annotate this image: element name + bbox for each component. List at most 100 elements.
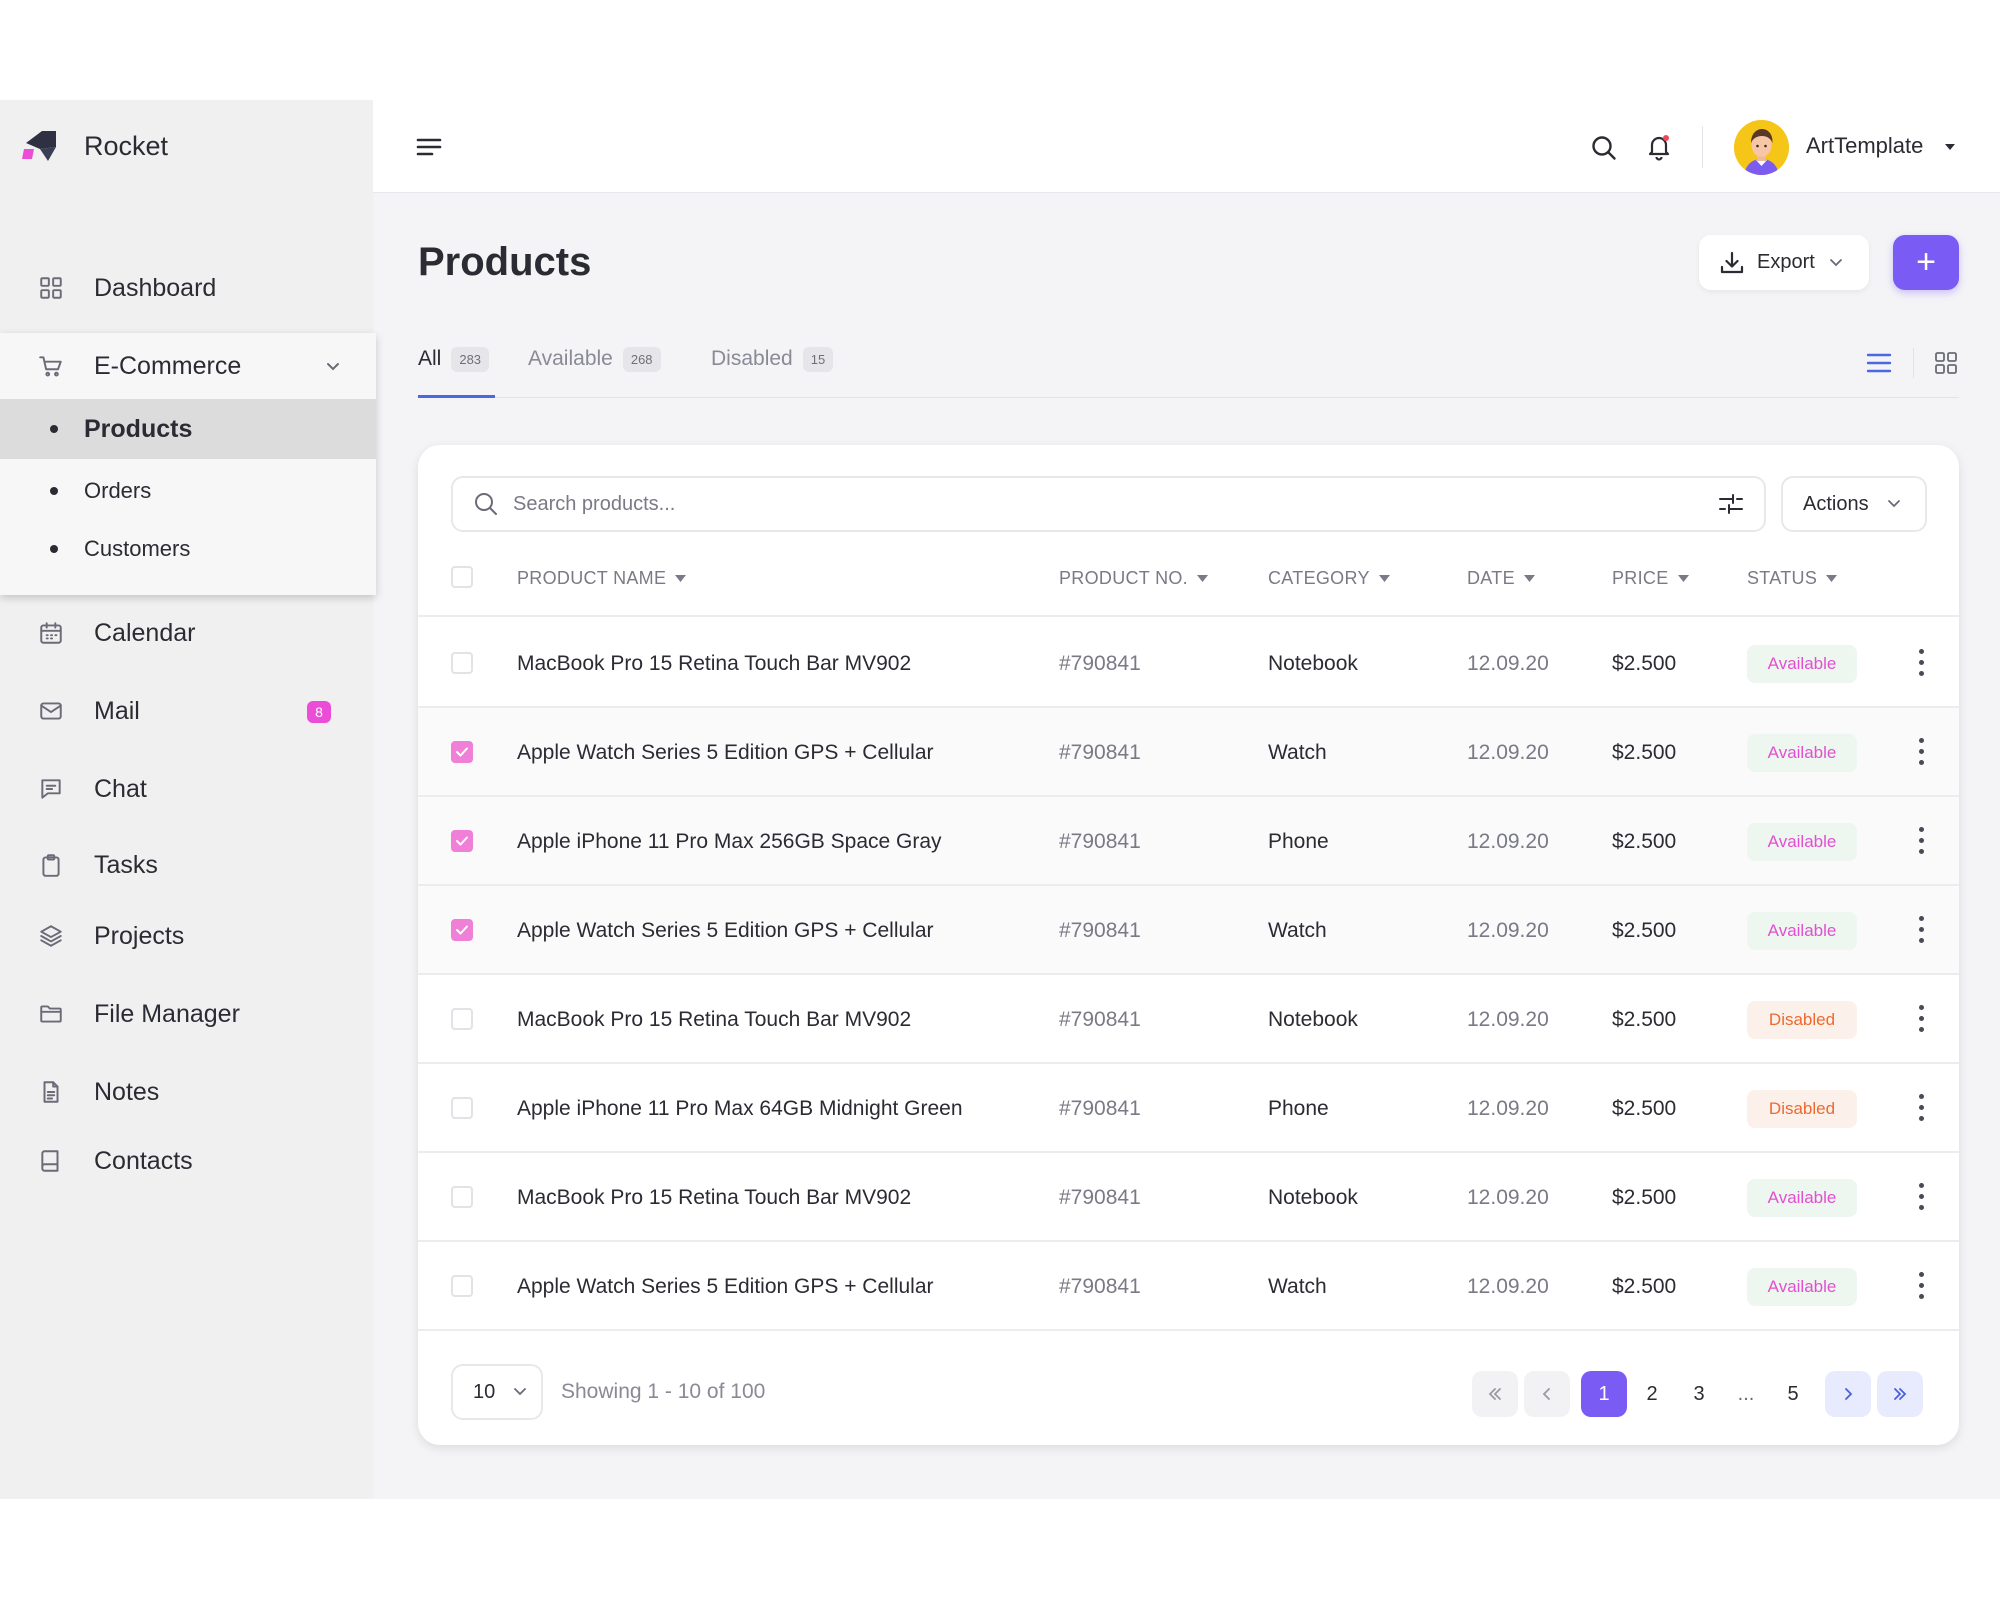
table-row[interactable]: Apple Watch Series 5 Edition GPS + Cellu… (418, 1242, 1959, 1331)
sidebar-subitem-customers[interactable]: Customers (0, 519, 376, 579)
row-checkbox[interactable] (451, 741, 473, 763)
column-header-date[interactable]: DATE (1467, 540, 1535, 617)
sidebar-subitem-orders[interactable]: Orders (0, 461, 376, 521)
row-checkbox[interactable] (451, 1008, 473, 1030)
kebab-icon[interactable] (1917, 1005, 1925, 1035)
sidebar-item-ecommerce[interactable]: E-Commerce (0, 333, 376, 399)
tab-label: All (418, 347, 442, 370)
table-row[interactable]: Apple Watch Series 5 Edition GPS + Cellu… (418, 708, 1959, 797)
add-product-button[interactable]: + (1893, 235, 1959, 290)
table-row[interactable]: MacBook Pro 15 Retina Touch Bar MV902 #79… (418, 1153, 1959, 1242)
table-row[interactable]: Apple iPhone 11 Pro Max 64GB Midnight Gr… (418, 1064, 1959, 1153)
per-page-select[interactable]: 10 (451, 1364, 543, 1420)
last-page-button[interactable] (1877, 1371, 1923, 1417)
page-button-1[interactable]: 1 (1581, 1371, 1627, 1417)
sort-caret-icon (1523, 575, 1535, 582)
cart-icon (38, 353, 64, 379)
page-button-2[interactable]: 2 (1629, 1371, 1675, 1417)
page-button-5[interactable]: 5 (1770, 1371, 1816, 1417)
grid-view-icon[interactable] (1934, 351, 1958, 375)
column-header-price[interactable]: PRICE (1612, 540, 1689, 617)
sidebar-item-projects[interactable]: Projects (0, 906, 373, 966)
column-header-label: PRODUCT NO. (1059, 568, 1188, 588)
sidebar-item-file-manager[interactable]: File Manager (0, 984, 373, 1044)
search-input[interactable] (513, 492, 1693, 516)
page-button-3[interactable]: 3 (1676, 1371, 1722, 1417)
price-cell: $2.500 (1612, 1274, 1677, 1298)
tab-disabled[interactable]: Disabled 15 (711, 340, 834, 398)
sidebar-item-dashboard[interactable]: Dashboard (0, 258, 373, 318)
kebab-icon[interactable] (1917, 1272, 1925, 1302)
price-cell: $2.500 (1612, 1096, 1677, 1120)
sidebar-item-label: Projects (94, 921, 185, 950)
table-row[interactable]: MacBook Pro 15 Retina Touch Bar MV902 #79… (418, 619, 1959, 708)
kebab-icon[interactable] (1917, 1183, 1925, 1213)
chevron-down-icon (514, 1388, 527, 1396)
check-icon (456, 925, 468, 935)
kebab-icon[interactable] (1917, 738, 1925, 768)
row-checkbox[interactable] (451, 1097, 473, 1119)
row-checkbox[interactable] (451, 1186, 473, 1208)
column-header-label: DATE (1467, 568, 1515, 588)
status-badge: Disabled (1747, 1001, 1857, 1039)
row-checkbox[interactable] (451, 919, 473, 941)
kebab-icon[interactable] (1917, 649, 1925, 679)
tab-available[interactable]: Available 268 (528, 340, 661, 398)
category-cell: Phone (1268, 829, 1329, 853)
column-header-status[interactable]: STATUS (1747, 540, 1838, 617)
actions-dropdown[interactable]: Actions (1781, 476, 1927, 532)
export-button[interactable]: Export (1699, 235, 1869, 290)
sidebar-item-calendar[interactable]: Calendar (0, 603, 373, 663)
column-header-category[interactable]: CATEGORY (1268, 540, 1390, 617)
price-cell: $2.500 (1612, 918, 1677, 942)
first-page-button[interactable] (1472, 1371, 1518, 1417)
table-row[interactable]: MacBook Pro 15 Retina Touch Bar MV902 #79… (418, 975, 1959, 1064)
table-row[interactable]: Apple iPhone 11 Pro Max 256GB Space Gray… (418, 797, 1959, 886)
sidebar-item-chat[interactable]: Chat (0, 759, 373, 819)
search-icon[interactable] (1590, 134, 1618, 162)
table-row[interactable]: Apple Watch Series 5 Edition GPS + Cellu… (418, 886, 1959, 975)
sidebar-item-mail[interactable]: Mail 8 (0, 681, 373, 741)
sidebar-subitem-products[interactable]: Products (0, 399, 376, 459)
tab-all[interactable]: All 283 (418, 340, 490, 398)
search-bar (451, 476, 1766, 532)
product-name-cell: Apple iPhone 11 Pro Max 64GB Midnight Gr… (517, 1096, 963, 1120)
chevrons-left-icon (1488, 1388, 1501, 1400)
product-no-cell: #790841 (1059, 740, 1141, 764)
filter-icon[interactable] (1718, 492, 1744, 516)
sidebar-item-tasks[interactable]: Tasks (0, 835, 373, 895)
row-checkbox[interactable] (451, 830, 473, 852)
row-checkbox[interactable] (451, 652, 473, 674)
status-badge: Available (1747, 734, 1857, 772)
column-header-product-no[interactable]: PRODUCT NO. (1059, 540, 1208, 617)
price-cell: $2.500 (1612, 829, 1677, 853)
kebab-icon[interactable] (1917, 1094, 1925, 1124)
caret-down-icon[interactable] (1944, 143, 1956, 151)
next-page-button[interactable] (1825, 1371, 1871, 1417)
bell-icon[interactable] (1645, 133, 1673, 161)
brand[interactable]: Rocket (22, 124, 168, 168)
topbar: ArtTemplate (373, 100, 2000, 193)
row-checkbox[interactable] (451, 1275, 473, 1297)
chevron-left-icon (1542, 1388, 1550, 1400)
user-name[interactable]: ArtTemplate (1806, 133, 1923, 159)
actions-label: Actions (1803, 492, 1869, 515)
prev-page-button[interactable] (1524, 1371, 1570, 1417)
kebab-icon[interactable] (1917, 827, 1925, 857)
sidebar-item-notes[interactable]: Notes (0, 1062, 373, 1122)
price-cell: $2.500 (1612, 651, 1677, 675)
menu-icon[interactable] (416, 136, 442, 158)
product-name-cell: Apple Watch Series 5 Edition GPS + Cellu… (517, 918, 934, 942)
column-header-product-name[interactable]: PRODUCT NAME (517, 540, 687, 617)
kebab-icon[interactable] (1917, 916, 1925, 946)
sidebar-item-label: Notes (94, 1077, 160, 1106)
date-cell: 12.09.20 (1467, 1096, 1549, 1120)
list-view-icon[interactable] (1866, 352, 1892, 374)
tab-label: Available (528, 347, 613, 370)
category-cell: Watch (1268, 918, 1327, 942)
sidebar-item-contacts[interactable]: Contacts (0, 1131, 373, 1191)
select-all-checkbox[interactable] (451, 566, 473, 588)
avatar[interactable] (1734, 120, 1789, 175)
mail-count-badge: 8 (307, 701, 331, 723)
chevron-down-icon (327, 363, 339, 371)
